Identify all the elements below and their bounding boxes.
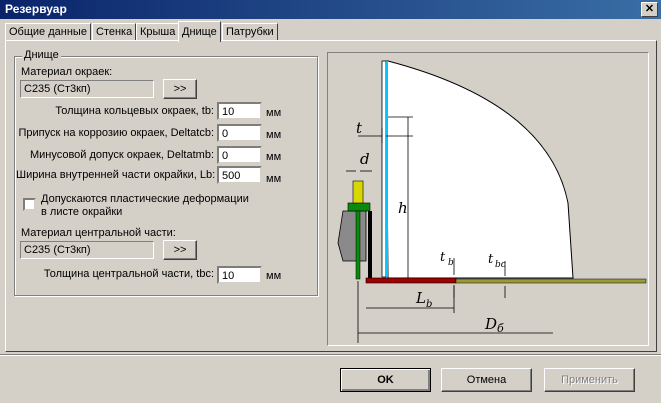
plastic-deformation-label-line1: Допускаются пластические деформации (41, 193, 249, 205)
anchor-nut (352, 180, 364, 204)
edge-thickness-input[interactable]: 10 (217, 102, 262, 120)
edge-corrosion-label: Припуск на коррозию окраек, Deltatcb: (18, 127, 214, 139)
center-thickness-input[interactable]: 10 (217, 266, 262, 284)
support-rib (368, 211, 372, 279)
apply-button[interactable]: Применить (544, 368, 635, 392)
close-button[interactable]: ✕ (641, 2, 658, 17)
center-material-field: С235 (Ст3кп) (20, 241, 154, 259)
anchor-plate (347, 202, 371, 212)
edge-tolerance-label: Минусовой допуск окраек, Deltatmb: (29, 149, 214, 161)
plastic-deformation-checkbox[interactable] (23, 198, 36, 211)
foundation-block (337, 210, 367, 262)
center-material-button[interactable]: >> (163, 240, 197, 260)
label-tb-sub: b (448, 258, 454, 268)
center-plate (455, 278, 647, 284)
tank-interior (385, 60, 574, 279)
edge-material-button[interactable]: >> (163, 79, 197, 99)
unit-mm: мм (266, 270, 282, 282)
label-t: t (356, 119, 363, 137)
label-tb: t (440, 250, 446, 265)
edge-plate (365, 277, 457, 284)
diagram-svg: t d h t b t bc L b D б (337, 60, 647, 343)
label-D-sub: б (497, 322, 504, 335)
edge-corrosion-input[interactable]: 0 (217, 124, 262, 142)
tab-nozzles[interactable]: Патрубки (222, 23, 278, 41)
label-tbc: t (488, 252, 494, 267)
edge-material-field: С235 (Ст3кп) (20, 80, 154, 98)
edge-material-label: Материал окраек: (21, 66, 113, 78)
label-Lb: L (415, 289, 426, 307)
window-title: Резервуар (5, 2, 67, 16)
tab-wall[interactable]: Стенка (92, 23, 137, 41)
bottom-diagram: t d h t b t bc L b D б (327, 52, 649, 346)
label-tbc-sub: bc (495, 260, 506, 270)
wall-inner-edge (386, 61, 388, 277)
label-h: h (398, 199, 408, 217)
center-material-label: Материал центральной части: (21, 227, 176, 239)
edge-width-input[interactable]: 500 (217, 166, 262, 184)
tab-roof[interactable]: Крыша (136, 23, 180, 41)
tank-wall (381, 60, 387, 278)
unit-mm: мм (266, 107, 282, 119)
unit-mm: мм (266, 129, 282, 141)
group-legend: Днище (22, 49, 61, 61)
center-thickness-label: Толщина центральной части, tbc: (43, 268, 214, 280)
anchor-bolt (355, 210, 361, 280)
edge-thickness-label: Толщина кольцевых окраек, tb: (55, 105, 214, 117)
ok-button[interactable]: OK (340, 368, 431, 392)
tab-general[interactable]: Общие данные (5, 23, 91, 41)
label-Lb-sub: b (426, 299, 432, 310)
unit-mm: мм (266, 151, 282, 163)
separator (0, 354, 661, 356)
tab-bottom[interactable]: Днище (178, 21, 221, 42)
cancel-button[interactable]: Отмена (441, 368, 532, 392)
label-d: d (360, 150, 370, 168)
title-bar: Резервуар ✕ (0, 0, 661, 19)
plastic-deformation-label-line2: в листе окрайки (41, 206, 123, 218)
unit-mm: мм (266, 173, 282, 185)
edge-tolerance-input[interactable]: 0 (217, 146, 262, 164)
edge-width-label: Ширина внутренней части окрайки, Lb: (16, 169, 216, 181)
label-D: D (484, 315, 497, 333)
